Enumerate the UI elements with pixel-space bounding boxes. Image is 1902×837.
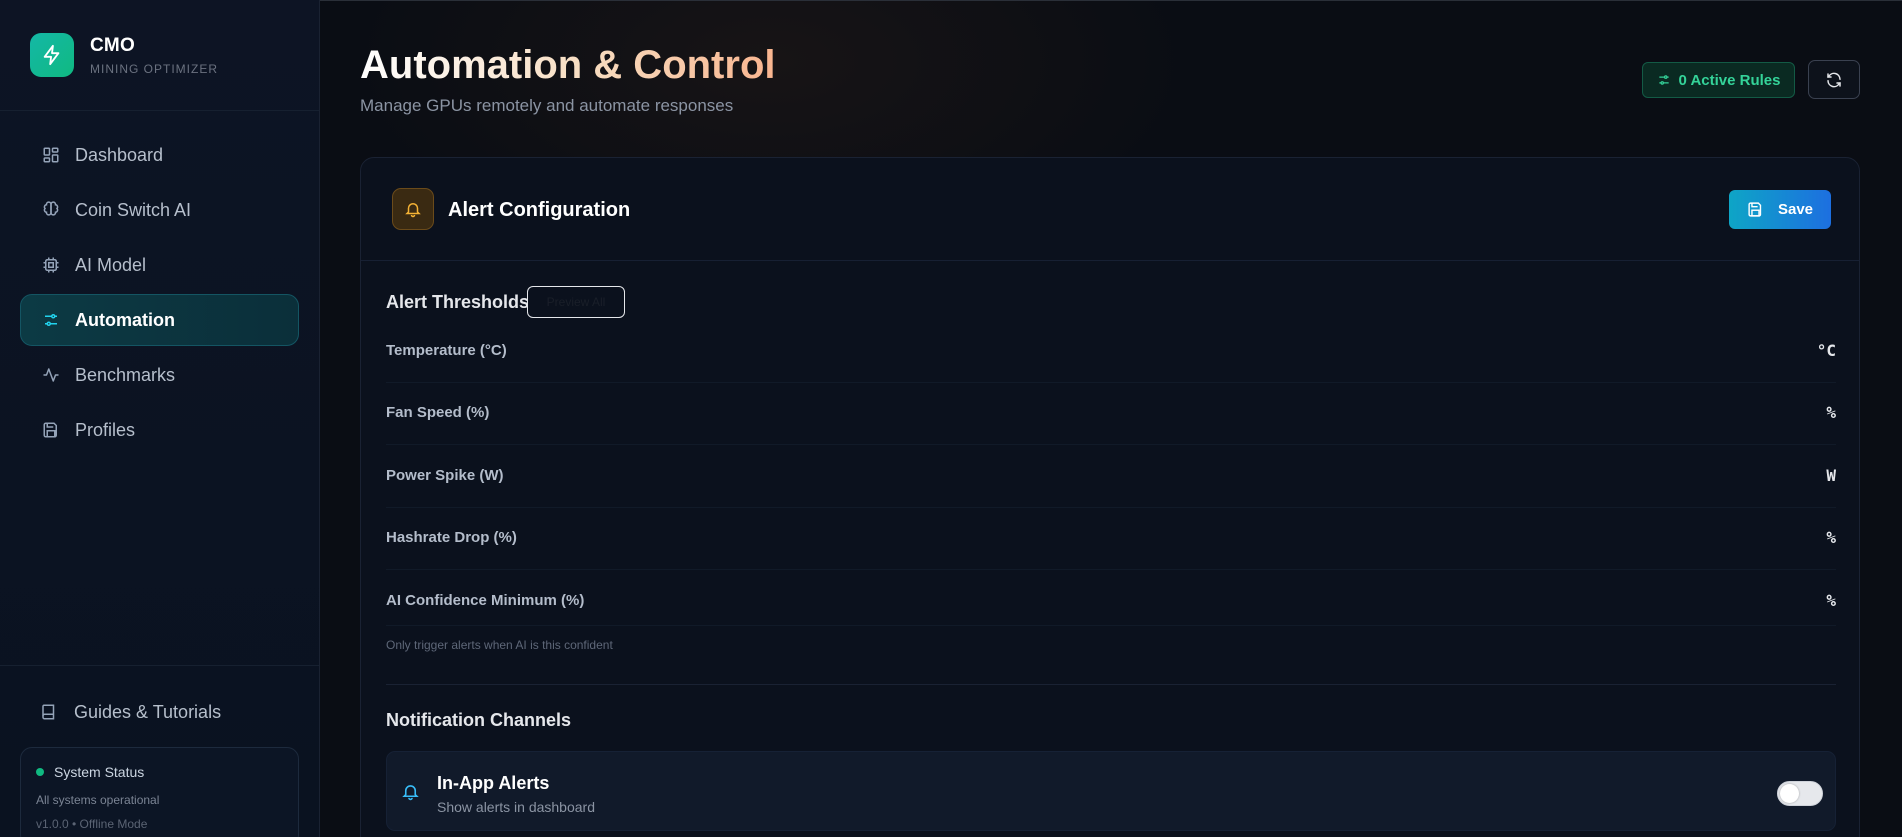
sidebar-item-profiles[interactable]: Profiles xyxy=(20,404,299,456)
row-divider xyxy=(386,382,1836,383)
sidebar-item-automation[interactable]: Automation xyxy=(20,294,299,346)
threshold-label: Temperature (°C) xyxy=(386,341,507,359)
save-label: Save xyxy=(1777,201,1814,218)
sidebar-item-label: Dashboard xyxy=(75,144,164,165)
sidebar-item-label: Benchmarks xyxy=(75,364,176,385)
sidebar-item-coin-switch-ai[interactable]: Coin Switch AI xyxy=(20,184,299,236)
threshold-row-power-spike[interactable]: Power Spike (W) W xyxy=(386,460,1836,490)
floppy-disk-icon xyxy=(1747,201,1764,218)
sidebar-item-ai-model[interactable]: AI Model xyxy=(20,239,299,291)
alert-configuration-card: Alert Configuration Save Alert Threshold… xyxy=(360,157,1860,837)
save-button[interactable]: Save xyxy=(1729,190,1831,229)
status-title: System Status xyxy=(54,764,145,780)
threshold-label: Hashrate Drop (%) xyxy=(386,528,517,546)
sidebar-item-label: Profiles xyxy=(75,419,136,440)
threshold-row-ai-confidence[interactable]: AI Confidence Minimum (%) % xyxy=(386,585,1836,615)
sliders-icon xyxy=(41,310,61,330)
sidebar-footer: Guides & Tutorials System Status All sys… xyxy=(0,665,319,837)
floppy-disk-icon xyxy=(41,420,61,440)
brand: CMO MINING OPTIMIZER xyxy=(0,0,319,111)
cpu-chip-icon xyxy=(41,255,61,275)
activity-pulse-icon xyxy=(41,365,61,385)
active-rules-label: 0 Active Rules xyxy=(1678,71,1781,89)
threshold-unit: °C xyxy=(1816,340,1836,360)
confidence-hint: Only trigger alerts when AI is this conf… xyxy=(386,638,613,652)
threshold-label: Fan Speed (%) xyxy=(386,403,490,421)
threshold-unit: W xyxy=(1826,465,1836,485)
threshold-row-fan-speed[interactable]: Fan Speed (%) % xyxy=(386,397,1836,427)
sidebar-item-dashboard[interactable]: Dashboard xyxy=(20,129,299,181)
channel-title: In-App Alerts xyxy=(437,773,550,793)
book-icon xyxy=(40,702,60,722)
card-header: Alert Configuration Save xyxy=(361,158,1859,261)
sidebar-nav: Dashboard Coin Switch AI AI Model Automa… xyxy=(0,111,319,456)
channel-in-app-alerts: In-App Alerts Show alerts in dashboard xyxy=(386,751,1836,831)
status-message: All systems operational xyxy=(36,793,160,807)
sidebar-item-benchmarks[interactable]: Benchmarks xyxy=(20,349,299,401)
threshold-unit: % xyxy=(1826,527,1836,547)
threshold-row-temperature[interactable]: Temperature (°C) °C xyxy=(386,335,1836,365)
preview-all-button[interactable]: Preview All xyxy=(527,286,625,318)
thresholds-heading: Alert Thresholds xyxy=(386,292,530,312)
sliders-icon xyxy=(1657,73,1671,87)
sidebar-item-label: Automation xyxy=(75,309,175,330)
dashboard-grid-icon xyxy=(41,145,61,165)
threshold-unit: % xyxy=(1826,402,1836,422)
channels-heading: Notification Channels xyxy=(386,710,572,730)
active-rules-badge[interactable]: 0 Active Rules xyxy=(1642,62,1795,98)
row-divider xyxy=(386,625,1836,626)
lightning-bolt-icon xyxy=(30,33,74,77)
brain-icon xyxy=(41,200,61,220)
bell-icon xyxy=(392,188,434,230)
sidebar: CMO MINING OPTIMIZER Dashboard Coin Swit… xyxy=(0,0,320,837)
row-divider xyxy=(386,444,1836,445)
sidebar-item-label: AI Model xyxy=(75,254,147,275)
sidebar-item-guides[interactable]: Guides & Tutorials xyxy=(20,686,299,738)
brand-title: CMO xyxy=(90,34,135,56)
row-divider xyxy=(386,569,1836,570)
channel-subtitle: Show alerts in dashboard xyxy=(437,799,595,815)
page-title: Automation & Control xyxy=(360,43,776,87)
threshold-row-hashrate-drop[interactable]: Hashrate Drop (%) % xyxy=(386,522,1836,552)
bell-icon xyxy=(401,782,420,801)
threshold-unit: % xyxy=(1826,590,1836,610)
brand-subtitle: MINING OPTIMIZER xyxy=(90,61,218,76)
main-content: Automation & Control Manage GPUs remotel… xyxy=(320,0,1902,837)
guides-label: Guides & Tutorials xyxy=(74,701,222,722)
section-divider xyxy=(386,684,1836,685)
status-online-dot xyxy=(36,768,44,776)
row-divider xyxy=(386,507,1836,508)
toggle-knob xyxy=(1780,784,1799,803)
card-title: Alert Configuration xyxy=(448,199,631,221)
threshold-label: AI Confidence Minimum (%) xyxy=(386,591,585,609)
threshold-label: Power Spike (W) xyxy=(386,466,504,484)
in-app-alerts-toggle[interactable] xyxy=(1777,781,1823,806)
status-version: v1.0.0 • Offline Mode xyxy=(36,817,148,831)
system-status-card: System Status All systems operational v1… xyxy=(20,747,299,837)
sidebar-item-label: Coin Switch AI xyxy=(75,199,192,220)
refresh-icon xyxy=(1825,71,1843,89)
refresh-button[interactable] xyxy=(1808,60,1860,99)
page-subtitle: Manage GPUs remotely and automate respon… xyxy=(360,96,734,115)
